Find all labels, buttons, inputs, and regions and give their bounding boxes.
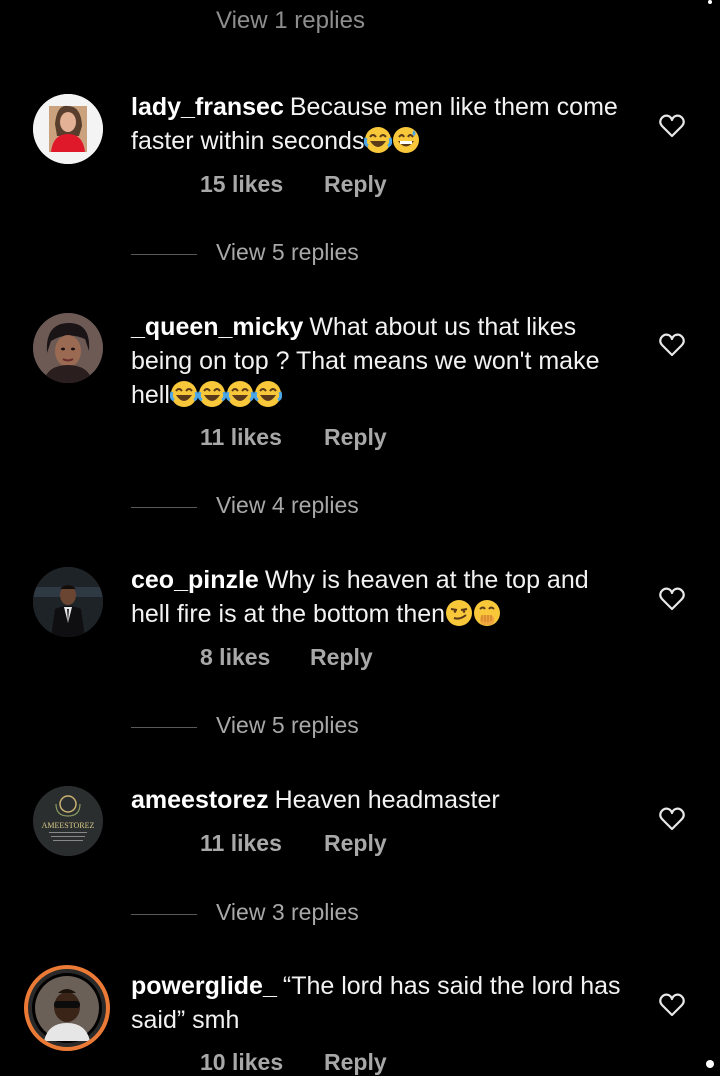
reply-button[interactable]: Reply bbox=[324, 830, 387, 857]
heart-icon[interactable] bbox=[658, 991, 686, 1019]
divider-line bbox=[131, 914, 197, 915]
comment-text: powerglide_ “The lord has said the lord h… bbox=[131, 969, 631, 1037]
divider-line bbox=[131, 727, 197, 728]
comment-body: Heaven headmaster bbox=[274, 786, 500, 814]
view-replies-label: View 4 replies bbox=[216, 492, 359, 518]
comment-username[interactable]: ceo_pinzle bbox=[131, 566, 259, 594]
laughing-emoji-icon bbox=[364, 127, 393, 153]
avatar[interactable] bbox=[33, 567, 103, 637]
laughing-emoji-icon bbox=[169, 381, 198, 407]
likes-count[interactable]: 11 likes bbox=[200, 424, 282, 451]
reply-button[interactable]: Reply bbox=[324, 424, 387, 451]
comment-text: ameestorez Heaven headmaster bbox=[131, 783, 631, 817]
avatar-logo-text: AMEESTOREZ bbox=[42, 821, 95, 830]
reply-button[interactable]: Reply bbox=[324, 171, 387, 198]
divider-line bbox=[131, 254, 197, 255]
heart-icon[interactable] bbox=[658, 805, 686, 833]
avatar[interactable] bbox=[33, 94, 103, 164]
comment-text: ceo_pinzle Why is heaven at the top and h… bbox=[131, 563, 631, 631]
corner-indicator bbox=[708, 0, 712, 4]
hand-over-mouth-emoji-icon bbox=[474, 600, 501, 626]
grinning-sweat-emoji-icon bbox=[393, 127, 420, 153]
view-replies-label: View 5 replies bbox=[216, 712, 359, 738]
heart-icon[interactable] bbox=[658, 331, 686, 359]
comment-text: lady_fransec Because men like them come f… bbox=[131, 90, 631, 158]
view-replies-partial[interactable]: View 1 replies bbox=[216, 8, 365, 34]
scroll-indicator bbox=[706, 1060, 714, 1068]
heart-icon[interactable] bbox=[658, 112, 686, 140]
avatar-story-ring[interactable] bbox=[24, 965, 110, 1051]
comment-username[interactable]: powerglide_ bbox=[131, 972, 277, 1000]
likes-count[interactable]: 15 likes bbox=[200, 171, 283, 198]
view-replies-label: View 5 replies bbox=[216, 239, 359, 265]
laughing-emoji-icon bbox=[225, 381, 254, 407]
divider-line bbox=[131, 507, 197, 508]
avatar[interactable]: AMEESTOREZ bbox=[33, 786, 103, 856]
heart-icon[interactable] bbox=[658, 585, 686, 613]
comment-username[interactable]: ameestorez bbox=[131, 786, 269, 814]
smirk-emoji-icon bbox=[446, 600, 473, 626]
comment-username[interactable]: lady_fransec bbox=[131, 93, 284, 121]
avatar[interactable] bbox=[33, 313, 103, 383]
laughing-emoji-icon bbox=[253, 381, 282, 407]
laughing-emoji-icon bbox=[197, 381, 226, 407]
reply-button[interactable]: Reply bbox=[310, 644, 373, 671]
likes-count[interactable]: 11 likes bbox=[200, 830, 282, 857]
comment-text: _queen_micky What about us that likes bei… bbox=[131, 310, 631, 412]
comment-username[interactable]: _queen_micky bbox=[131, 313, 303, 341]
likes-count[interactable]: 8 likes bbox=[200, 644, 270, 671]
view-replies-label: View 3 replies bbox=[216, 899, 359, 925]
